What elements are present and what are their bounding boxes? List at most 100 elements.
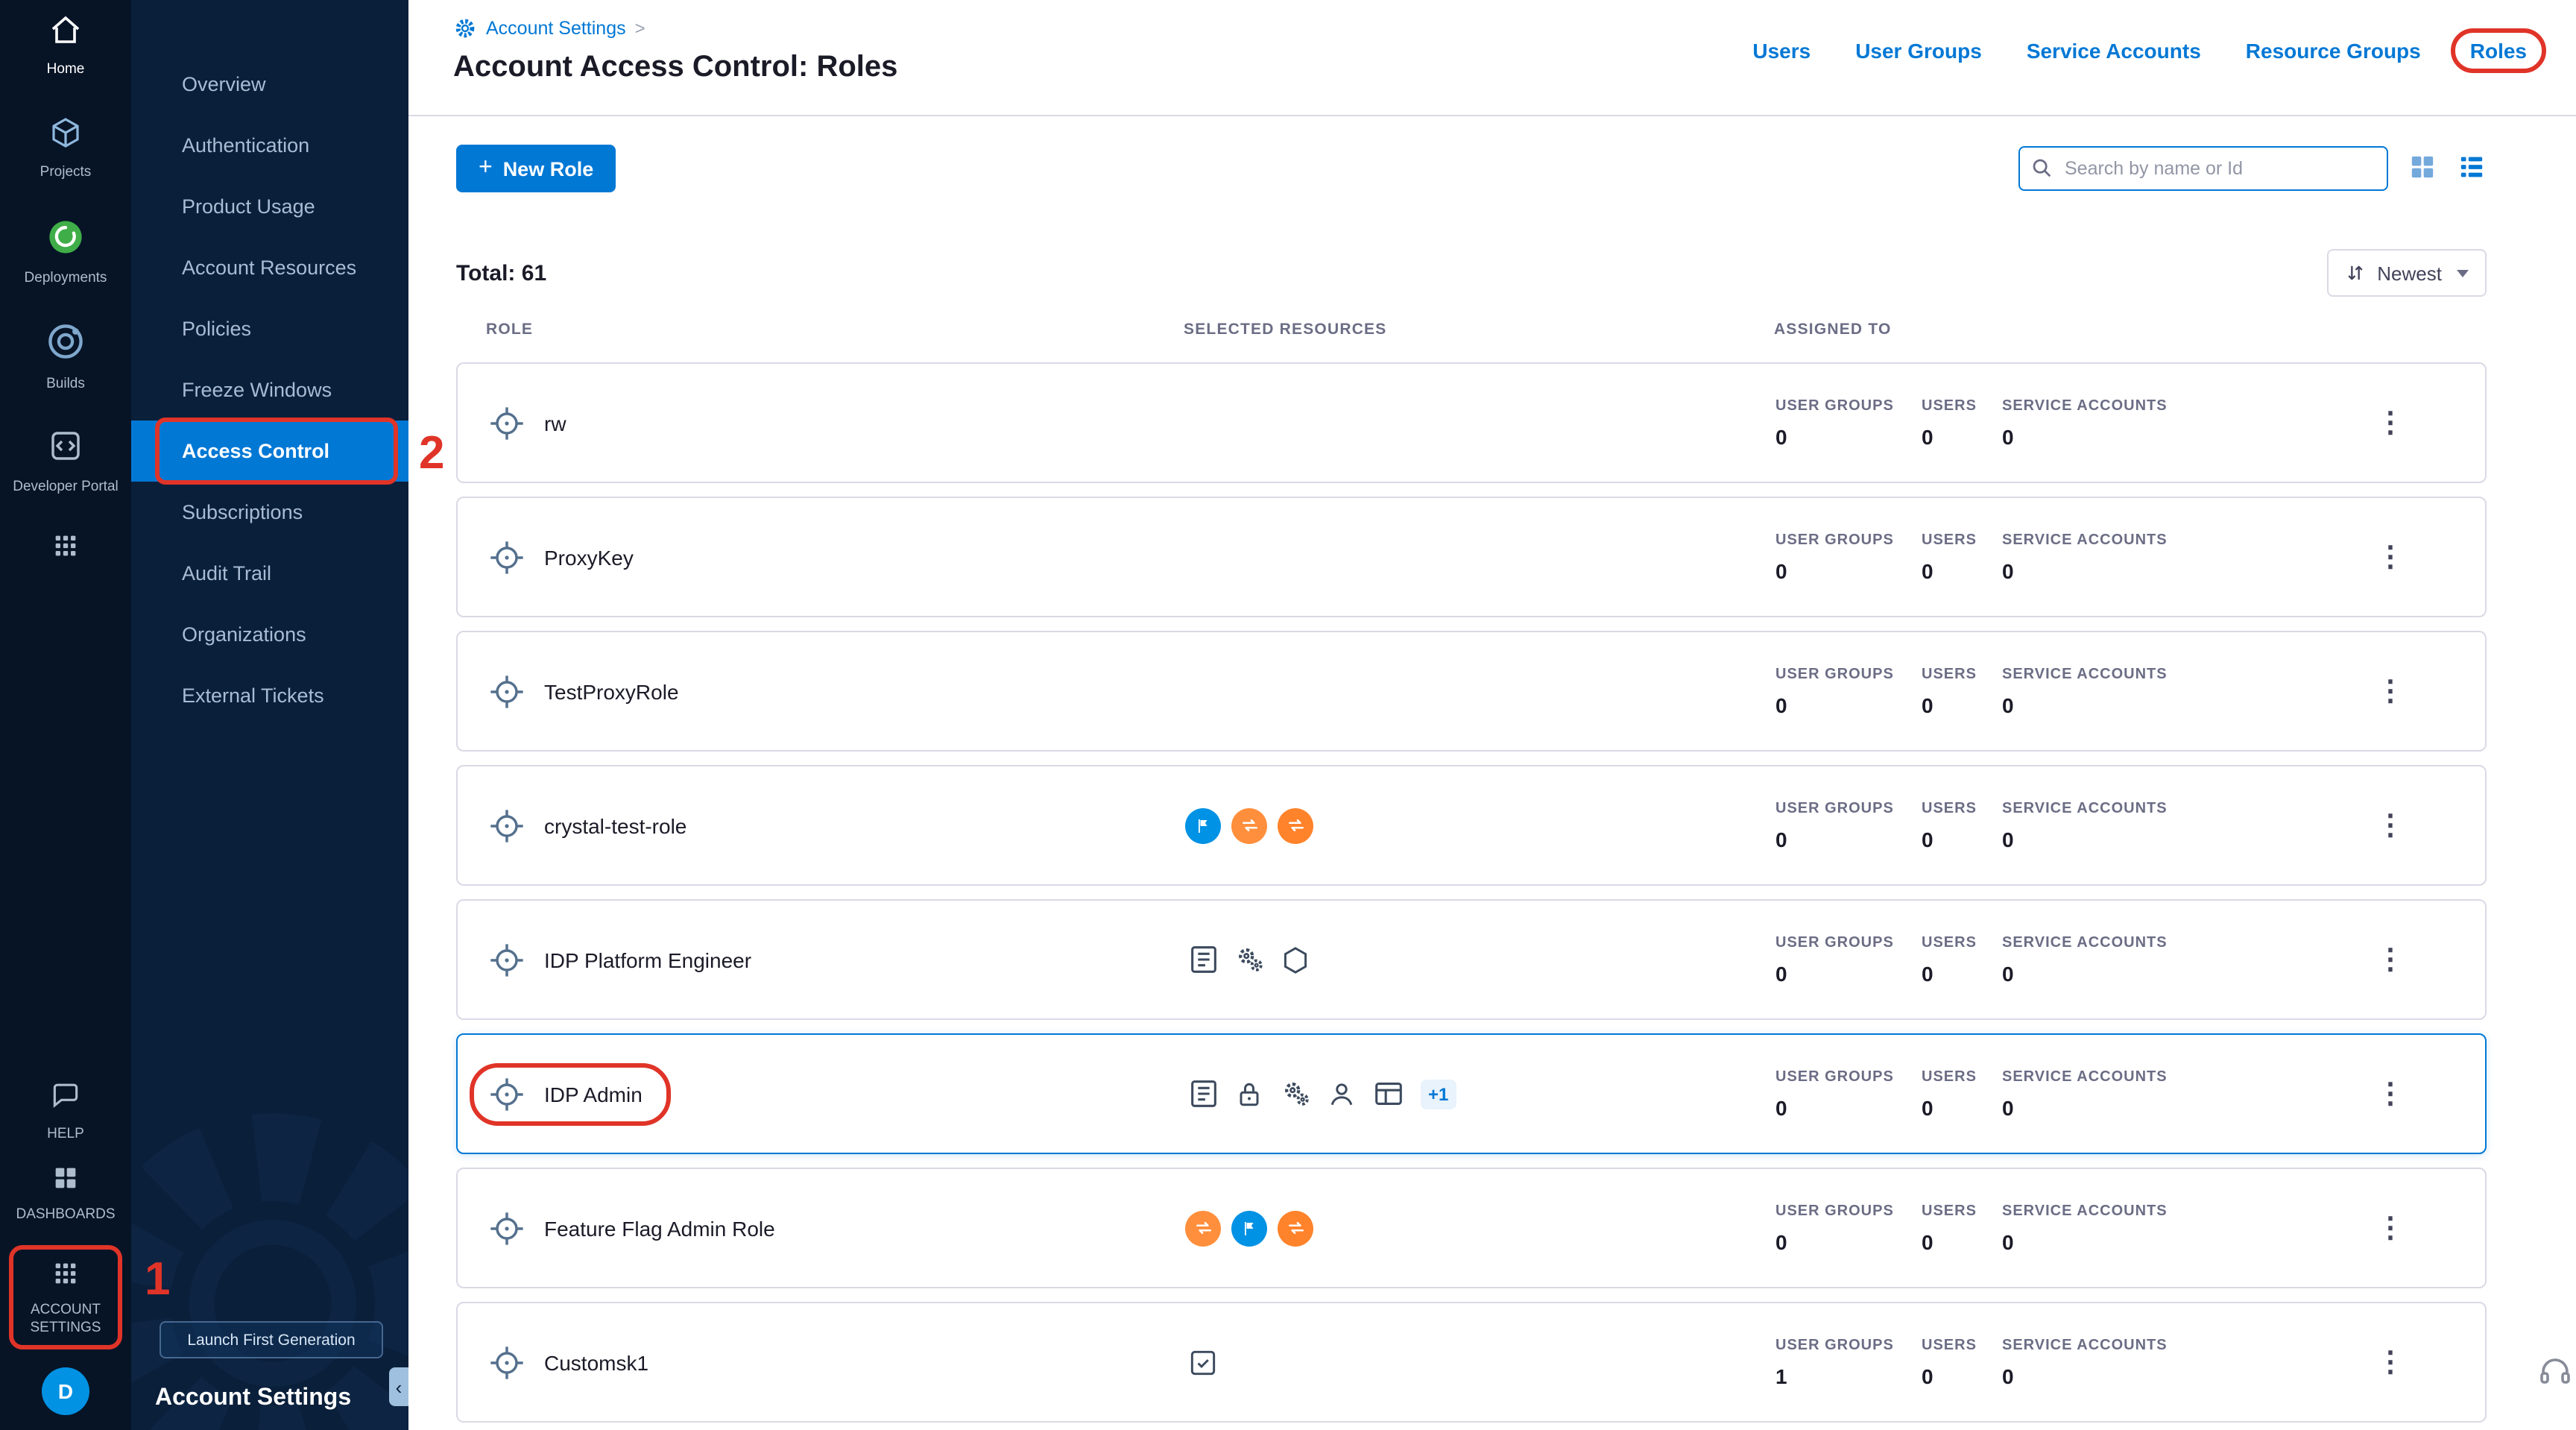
role-target-icon	[487, 806, 526, 845]
rail-item-help[interactable]: HELP	[7, 1079, 124, 1143]
role-row-customsk1[interactable]: Customsk1USER GROUPS1USERS0SERVICE ACCOU…	[456, 1302, 2487, 1423]
sidebar-item-external-tickets[interactable]: External Tickets	[131, 665, 408, 726]
sidebar-item-overview[interactable]: Overview	[131, 54, 408, 115]
row-menu-kebab-icon[interactable]: ⋮	[2367, 1342, 2414, 1382]
column-header-role: ROLE	[486, 321, 533, 338]
stat-value: 0	[2002, 424, 2168, 448]
rail-item-account-settings[interactable]: ACCOUNT SETTINGS	[9, 1245, 122, 1349]
plus-icon: +	[479, 157, 493, 180]
tab-service-accounts[interactable]: Service Accounts	[2027, 39, 2201, 63]
stat-value: 0	[2002, 1095, 2168, 1119]
role-row-proxykey[interactable]: ProxyKeyUSER GROUPS0USERS0SERVICE ACCOUN…	[456, 497, 2487, 617]
role-cell: rw	[487, 364, 566, 482]
stat-user-groups: USER GROUPS0	[1775, 532, 1894, 582]
role-row-idp-platform-engineer[interactable]: IDP Platform EngineerUSER GROUPS0USERS0S…	[456, 899, 2487, 1020]
row-menu-kebab-icon[interactable]: ⋮	[2367, 671, 2414, 711]
tab-users[interactable]: Users	[1752, 39, 1811, 63]
sidebar-item-organizations[interactable]: Organizations	[131, 604, 408, 665]
tab-user-groups[interactable]: User Groups	[1855, 39, 1982, 63]
sidebar-item-audit-trail[interactable]: Audit Trail	[131, 543, 408, 604]
role-target-icon	[487, 403, 526, 442]
row-menu-kebab-icon[interactable]: ⋮	[2367, 403, 2414, 443]
role-row-rw[interactable]: rwUSER GROUPS0USERS0SERVICE ACCOUNTS0⋮	[456, 362, 2487, 483]
sidebar-item-access-control[interactable]: Access Control	[131, 421, 408, 482]
rail-item-modules[interactable]	[7, 531, 124, 566]
rail-item-label: Deployments	[25, 270, 107, 287]
stat-users: USERS0	[1922, 800, 1977, 851]
stat-label: USER GROUPS	[1775, 800, 1894, 816]
layout-icon	[1370, 1076, 1406, 1112]
sidebar-item-label: Product Usage	[182, 195, 315, 218]
support-headset-icon[interactable]	[2537, 1354, 2573, 1397]
role-row-testproxyrole[interactable]: TestProxyRoleUSER GROUPS0USERS0SERVICE A…	[456, 631, 2487, 752]
sidebar-item-label: Audit Trail	[182, 562, 271, 585]
row-menu-kebab-icon[interactable]: ⋮	[2367, 1208, 2414, 1248]
column-headers: ROLESELECTED RESOURCESASSIGNED TO	[456, 321, 2487, 344]
annotation-step-1: 1	[145, 1253, 171, 1306]
user-avatar[interactable]: D	[42, 1367, 89, 1415]
sidebar-collapse-handle[interactable]: ‹	[389, 1367, 408, 1406]
role-identity: crystal-test-role	[487, 806, 686, 845]
stat-value: 0	[1922, 1364, 1977, 1388]
rail-item-deployments[interactable]: Deployments	[7, 217, 124, 287]
search-input[interactable]	[2018, 146, 2388, 191]
rail-item-builds[interactable]: Builds	[7, 323, 124, 393]
rail-item-projects[interactable]: Projects	[7, 115, 124, 182]
stat-user-groups: USER GROUPS0	[1775, 666, 1894, 716]
sidebar-item-product-usage[interactable]: Product Usage	[131, 176, 408, 237]
role-name: crystal-test-role	[544, 813, 686, 837]
rail-item-label: Developer Portal	[13, 478, 119, 495]
catalog-icon	[1185, 942, 1221, 977]
row-menu-kebab-icon[interactable]: ⋮	[2367, 1074, 2414, 1114]
settings-menu: Overview Authentication Product Usage Accou…	[131, 0, 408, 726]
sidebar-item-policies[interactable]: Policies	[131, 298, 408, 359]
stat-user-groups: USER GROUPS0	[1775, 1203, 1894, 1253]
row-menu-kebab-icon[interactable]: ⋮	[2367, 939, 2414, 980]
role-row-feature-flag-admin-role[interactable]: Feature Flag Admin RoleUSER GROUPS0USERS…	[456, 1168, 2487, 1288]
stat-user-groups: USER GROUPS0	[1775, 800, 1894, 851]
stat-service-accounts: SERVICE ACCOUNTS0	[2002, 1337, 2168, 1388]
role-row-crystal-test-role[interactable]: crystal-test-roleUSER GROUPS0USERS0SERVI…	[456, 765, 2487, 886]
stat-users: USERS0	[1922, 397, 1977, 448]
sidebar-item-label: Freeze Windows	[182, 379, 332, 401]
sidebar-item-authentication[interactable]: Authentication	[131, 115, 408, 176]
rail-item-label: HELP	[47, 1125, 84, 1142]
catalog-icon	[1185, 1076, 1221, 1112]
stat-value: 0	[1922, 558, 1977, 582]
tab-roles[interactable]: Roles	[2451, 28, 2546, 73]
search-box	[2018, 146, 2388, 191]
new-role-button[interactable]: + New Role	[456, 145, 616, 192]
stat-value: 0	[2002, 827, 2168, 851]
environments-icon	[1231, 807, 1267, 843]
stat-label: USER GROUPS	[1775, 1337, 1894, 1353]
role-target-icon	[487, 672, 526, 711]
sidebar-item-freeze-windows[interactable]: Freeze Windows	[131, 359, 408, 421]
role-identity: Customsk1	[487, 1343, 648, 1382]
row-menu-kebab-icon[interactable]: ⋮	[2367, 805, 2414, 845]
sidebar-item-label: Overview	[182, 73, 266, 95]
modules-icon	[51, 531, 80, 566]
stat-label: USER GROUPS	[1775, 532, 1894, 548]
rail-bottom-items: HELP DASHBOARDS ACCOUNT SETTINGS	[0, 1079, 131, 1367]
stat-label: SERVICE ACCOUNTS	[2002, 397, 2168, 414]
sort-dropdown[interactable]: Newest	[2326, 249, 2487, 297]
launch-first-generation-button[interactable]: Launch First Generation	[160, 1321, 383, 1358]
row-menu-kebab-icon[interactable]: ⋮	[2367, 537, 2414, 577]
stat-label: USERS	[1922, 532, 1977, 548]
stat-label: SERVICE ACCOUNTS	[2002, 532, 2168, 548]
list-view-button[interactable]	[2457, 151, 2487, 186]
toolbar-right	[2018, 145, 2487, 192]
sidebar-item-subscriptions[interactable]: Subscriptions	[131, 482, 408, 543]
role-row-idp-admin[interactable]: IDP Admin+1USER GROUPS0USERS0SERVICE ACC…	[456, 1033, 2487, 1154]
rail-item-home[interactable]: Home	[7, 12, 124, 79]
builds-icon	[46, 323, 85, 367]
stat-users: USERS0	[1922, 1203, 1977, 1253]
rail-item-developer-portal[interactable]: Developer Portal	[7, 428, 124, 495]
breadcrumb-link[interactable]: Account Settings	[486, 18, 626, 39]
rail-item-dashboards[interactable]: DASHBOARDS	[7, 1163, 124, 1224]
tab-resource-groups[interactable]: Resource Groups	[2246, 39, 2421, 63]
sidebar-item-account-resources[interactable]: Account Resources	[131, 237, 408, 298]
grid-view-button[interactable]	[2408, 151, 2437, 186]
stat-value: 0	[2002, 558, 2168, 582]
stat-value: 0	[1775, 1229, 1894, 1253]
